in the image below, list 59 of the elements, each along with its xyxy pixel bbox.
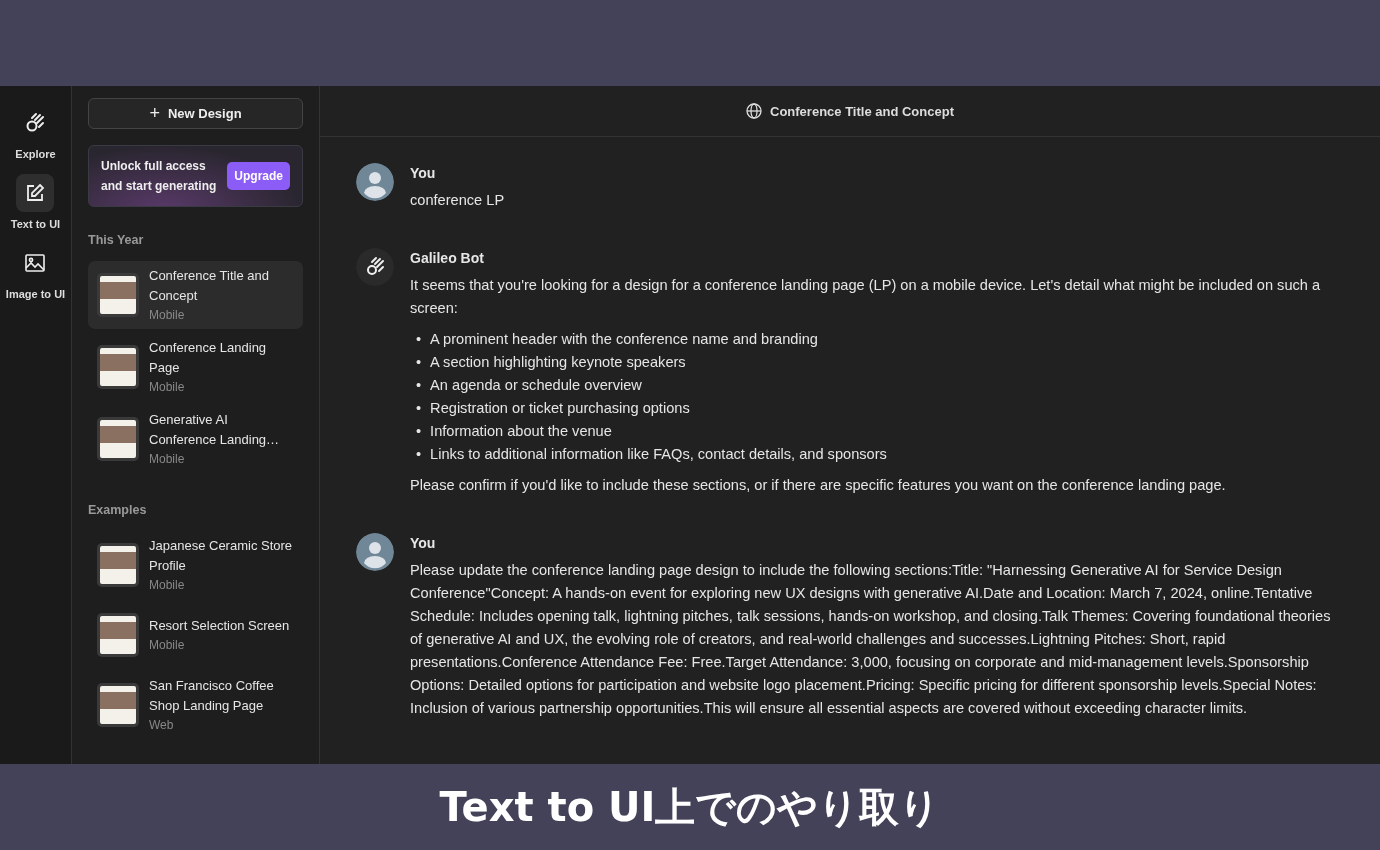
bullet: • (416, 399, 422, 418)
item-platform: Mobile (149, 379, 186, 396)
upgrade-button[interactable]: Upgrade (227, 162, 290, 190)
bullet: • (416, 330, 422, 349)
item-platform: Mobile (149, 451, 186, 468)
design-item[interactable]: San Francisco Coffee Shop Landing Page Web (88, 671, 303, 739)
message-author: Galileo Bot (410, 249, 485, 268)
item-platform: Web (149, 717, 175, 734)
caption-text: Text to UI上でのやり取り (439, 782, 941, 832)
list-item: Links to additional information like FAQs, contact details, and sponsors (430, 445, 887, 464)
bullet: • (416, 422, 422, 441)
thumbnail-placeholder (97, 613, 139, 657)
message-author: You (410, 164, 437, 183)
list-item: A section highlighting keynote speakers (430, 353, 686, 372)
message-text: Please update the conference landing page design to include the following sections:Title: "Harnessing Generative AI for Service Design Conference"Concept: A hands-on event for exploring new UX designs with generative AI.Date and Location: March 7, 2024, online.Tentative Schedule: Includes opening talk, lightning pitches, talk sessions, hands-on workshop, and closing.Talk Themes: Covering foundational theories of generative AI and UX, the evolving role of creators, and real-world challenges and successes.Lightning Pitches: Short, rapid presentations.Conference Attendance Fee: Free.Target Attendance: 3,000, focusing on corporate and mid-management levels.Sponsorship Options: Detailed options for participation and website logo placement.Pricing: Specific pricing for different sponsorship levels.Special Notes: Inclusion of various partnership opportunities.This will ensure all essential aspects are covered without exceeding character limits. (410, 561, 1332, 718)
bullet: • (416, 376, 422, 395)
list-item: An agenda or schedule overview (430, 376, 642, 395)
item-title: Generative AI Conference Landing… (149, 411, 281, 449)
item-title: Conference Landing Page (149, 339, 268, 377)
comet-icon (24, 112, 47, 134)
item-platform: Mobile (149, 637, 186, 654)
design-item[interactable]: Resort Selection Screen Mobile (88, 603, 303, 667)
design-item[interactable]: Japanese Ceramic Store Profile Mobile (88, 531, 303, 599)
message-text: Please confirm if you'd like to include these sections, or if there are specific features you want on the conference landing page. (410, 476, 1227, 495)
avatar-icon (356, 163, 394, 201)
thumbnail-placeholder (97, 543, 139, 587)
thumbnail-placeholder (97, 273, 139, 317)
list-item: Information about the venue (430, 422, 612, 441)
thumbnail-placeholder (97, 345, 139, 389)
new-design-button[interactable]: + New Design (88, 98, 303, 129)
item-platform: Mobile (149, 577, 186, 594)
item-title: San Francisco Coffee Shop Landing Page (149, 677, 275, 715)
banner-text: Unlock full access and start generating (101, 158, 218, 195)
globe-icon (746, 103, 762, 119)
image-icon (25, 254, 46, 272)
message-author: You (410, 534, 437, 553)
rail-tab[interactable]: Image to UI (5, 244, 66, 300)
item-title: Conference Title and Concept (149, 267, 270, 305)
bullet: • (416, 445, 422, 464)
message-text: conference LP (410, 191, 506, 210)
thumbnail-placeholder (97, 417, 139, 461)
item-title: Resort Selection Screen (149, 617, 290, 635)
list-item: A prominent header with the conference name and branding (430, 330, 818, 349)
section-heading: Examples (88, 503, 148, 517)
message-text: It seems that you're looking for a design for a conference landing page (LP) on a mobile device. Let's detail what might be included on such a screen: (410, 276, 1322, 318)
rail-tab[interactable]: Explore (15, 104, 56, 160)
bot-avatar-icon (356, 248, 394, 286)
avatar-icon (356, 533, 394, 571)
bullet: • (416, 353, 422, 372)
design-item[interactable]: Conference Landing Page Mobile (88, 333, 303, 401)
design-item[interactable]: Conference Title and Concept Mobile (88, 261, 303, 329)
design-item[interactable]: Generative AI Conference Landing… Mobile (88, 405, 303, 473)
thumbnail-placeholder (97, 683, 139, 727)
item-title: Japanese Ceramic Store Profile (149, 537, 294, 575)
item-platform: Mobile (149, 307, 186, 324)
chat-title: Conference Title and Concept (770, 103, 954, 119)
list-item: Registration or ticket purchasing options (430, 399, 690, 418)
edit-icon (25, 183, 46, 203)
section-heading: This Year (88, 233, 145, 247)
